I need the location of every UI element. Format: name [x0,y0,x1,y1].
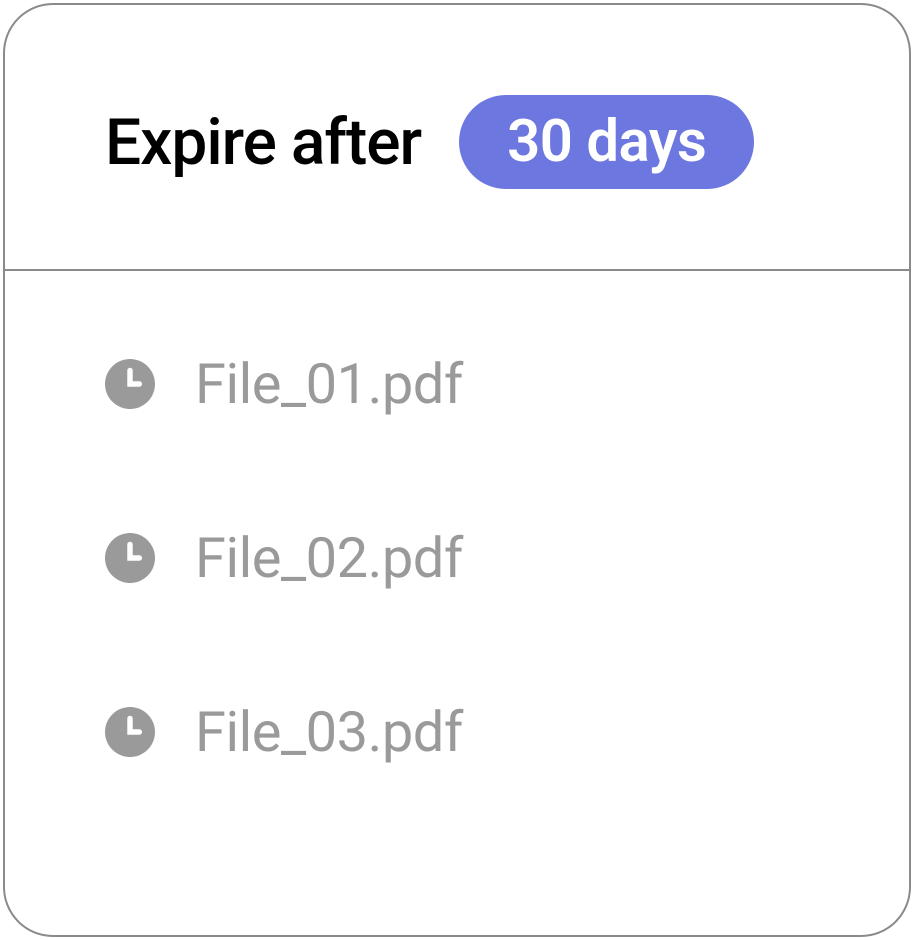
file-list: File_01.pdf File_02.pdf File_03.pdf [5,271,909,805]
file-name-label: File_02.pdf [195,525,463,591]
expire-duration-pill[interactable]: 30 days [459,95,754,189]
file-list-item[interactable]: File_01.pdf [105,351,809,417]
file-list-item[interactable]: File_02.pdf [105,525,809,591]
expire-label: Expire after [105,105,421,180]
expire-header: Expire after 30 days [5,5,909,271]
file-name-label: File_03.pdf [195,699,463,765]
file-list-item[interactable]: File_03.pdf [105,699,809,765]
clock-icon [105,359,155,409]
clock-icon [105,707,155,757]
file-name-label: File_01.pdf [195,351,463,417]
clock-icon [105,533,155,583]
expire-settings-card: Expire after 30 days File_01.pdf File_02… [3,3,911,937]
